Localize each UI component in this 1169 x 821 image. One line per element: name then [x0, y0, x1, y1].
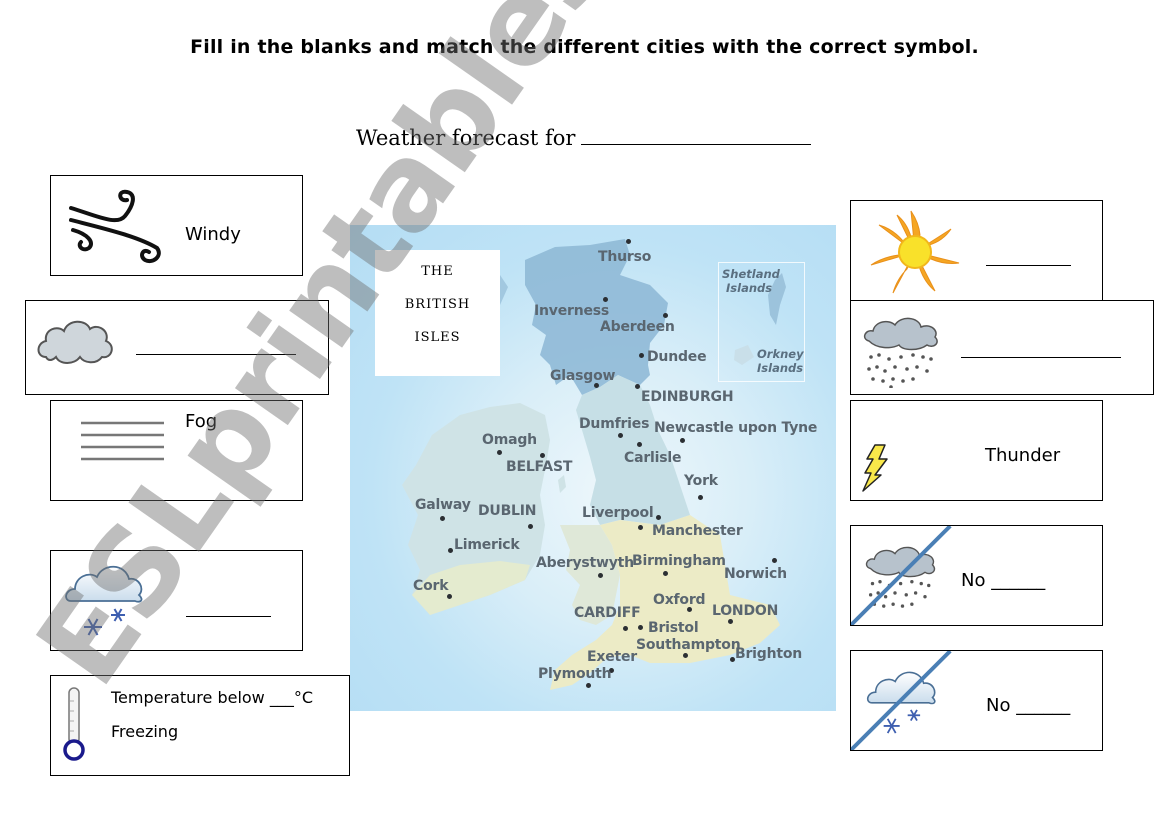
card-freezing: Temperature below ___°C Freezing	[50, 675, 350, 776]
city-dot	[447, 594, 452, 599]
city-dot	[730, 657, 735, 662]
card-rain	[850, 300, 1154, 395]
city-label: Limerick	[454, 537, 520, 553]
fog-icon	[81, 421, 164, 461]
city-dot	[586, 683, 591, 688]
city-label: Thurso	[598, 249, 652, 265]
city-label: DUBLIN	[478, 503, 537, 519]
city-label: Omagh	[482, 432, 537, 448]
city-label: Dumfries	[579, 416, 650, 432]
city-dot	[440, 516, 445, 521]
city-dot	[637, 442, 642, 447]
city-dot	[638, 525, 643, 530]
card-label: No ______	[961, 570, 1046, 591]
city-dot	[623, 626, 628, 631]
card-label: Windy	[185, 224, 241, 245]
city-label: Norwich	[724, 566, 787, 582]
card-no-rain: No ______	[850, 525, 1103, 626]
city-label: EDINBURGH	[641, 389, 734, 405]
city-label: Dundee	[647, 349, 707, 365]
answer-blank[interactable]	[986, 265, 1071, 266]
thermometer-icon	[63, 687, 85, 761]
city-label: Inverness	[534, 303, 610, 319]
city-dot	[540, 453, 545, 458]
card-cloudy	[25, 300, 329, 395]
city-label: Manchester	[652, 523, 743, 539]
city-label: Exeter	[587, 649, 637, 665]
city-dot	[687, 607, 692, 612]
card-fog: Fog	[50, 400, 303, 501]
city-dot	[528, 524, 533, 529]
freezing-label: Freezing	[111, 722, 179, 741]
rain-cloud-icon	[863, 317, 938, 388]
city-dot	[698, 495, 703, 500]
city-dot	[683, 653, 688, 658]
city-dot	[638, 625, 643, 630]
cloud-icon	[37, 320, 113, 364]
card-thunder: Thunder	[850, 400, 1103, 501]
map-title-line: BRITISH	[404, 297, 471, 312]
city-dot	[603, 297, 608, 302]
card-no-snow: No ______	[850, 650, 1103, 751]
island-label: Shetland Islands	[722, 267, 780, 295]
snow-cloud-icon	[65, 565, 143, 636]
city-label: Carlisle	[624, 450, 682, 466]
city-label: Aberystwyth	[536, 555, 634, 571]
city-dot	[663, 313, 668, 318]
city-label: Oxford	[653, 592, 706, 608]
city-label: York	[684, 473, 718, 489]
card-label: Thunder	[985, 445, 1061, 466]
city-dot	[448, 548, 453, 553]
city-dot	[598, 573, 603, 578]
city-label: Glasgow	[550, 368, 616, 384]
city-label: Birmingham	[632, 553, 726, 569]
wind-icon	[69, 189, 161, 263]
card-label: Fog	[185, 411, 218, 432]
forecast-title: Weather forecast for	[356, 126, 812, 150]
city-label: Plymouth	[538, 666, 612, 682]
forecast-location-blank[interactable]	[581, 126, 812, 145]
city-label: Liverpool	[582, 505, 654, 521]
city-dot	[618, 433, 623, 438]
city-dot	[663, 571, 668, 576]
map-title-line: THE	[421, 264, 454, 279]
map-title-line: ISLES	[414, 330, 461, 345]
card-sunny	[850, 200, 1103, 301]
card-windy: Windy	[50, 175, 303, 276]
sun-icon	[870, 210, 960, 294]
city-dot	[626, 239, 631, 244]
city-dot	[635, 384, 640, 389]
answer-blank[interactable]	[136, 354, 296, 355]
city-dot	[497, 450, 502, 455]
city-label: Brighton	[735, 646, 803, 662]
city-label: Southampton	[636, 637, 741, 653]
city-dot	[772, 558, 777, 563]
map-title-box: THE BRITISH ISLES	[375, 250, 500, 376]
city-dot	[680, 438, 685, 443]
city-label: Aberdeen	[600, 319, 675, 335]
instruction-heading: Fill in the blanks and match the differe…	[190, 36, 979, 58]
city-label: Newcastle upon Tyne	[654, 420, 818, 436]
card-label: No ______	[986, 695, 1071, 716]
rain-cloud-icon	[865, 546, 936, 608]
lightning-icon	[862, 444, 888, 492]
city-label: CARDIFF	[574, 605, 641, 621]
city-label: LONDON	[712, 603, 779, 619]
island-label: Orkney Islands	[757, 347, 804, 375]
city-label: Bristol	[648, 620, 699, 636]
city-dot	[728, 619, 733, 624]
answer-blank[interactable]	[186, 616, 271, 617]
city-dot	[656, 515, 661, 520]
card-snow	[50, 550, 303, 651]
city-label: Galway	[415, 497, 471, 513]
forecast-title-text: Weather forecast for	[356, 126, 576, 150]
city-label: BELFAST	[506, 459, 573, 475]
answer-blank[interactable]	[961, 357, 1121, 358]
city-dot	[639, 353, 644, 358]
city-label: Cork	[413, 578, 449, 594]
city-dot	[594, 383, 599, 388]
temperature-line: Temperature below ___°C	[111, 688, 314, 707]
british-isles-map: THE BRITISH ISLES Shetland Islands Orkne…	[350, 225, 836, 711]
snow-cloud-icon	[866, 671, 936, 734]
